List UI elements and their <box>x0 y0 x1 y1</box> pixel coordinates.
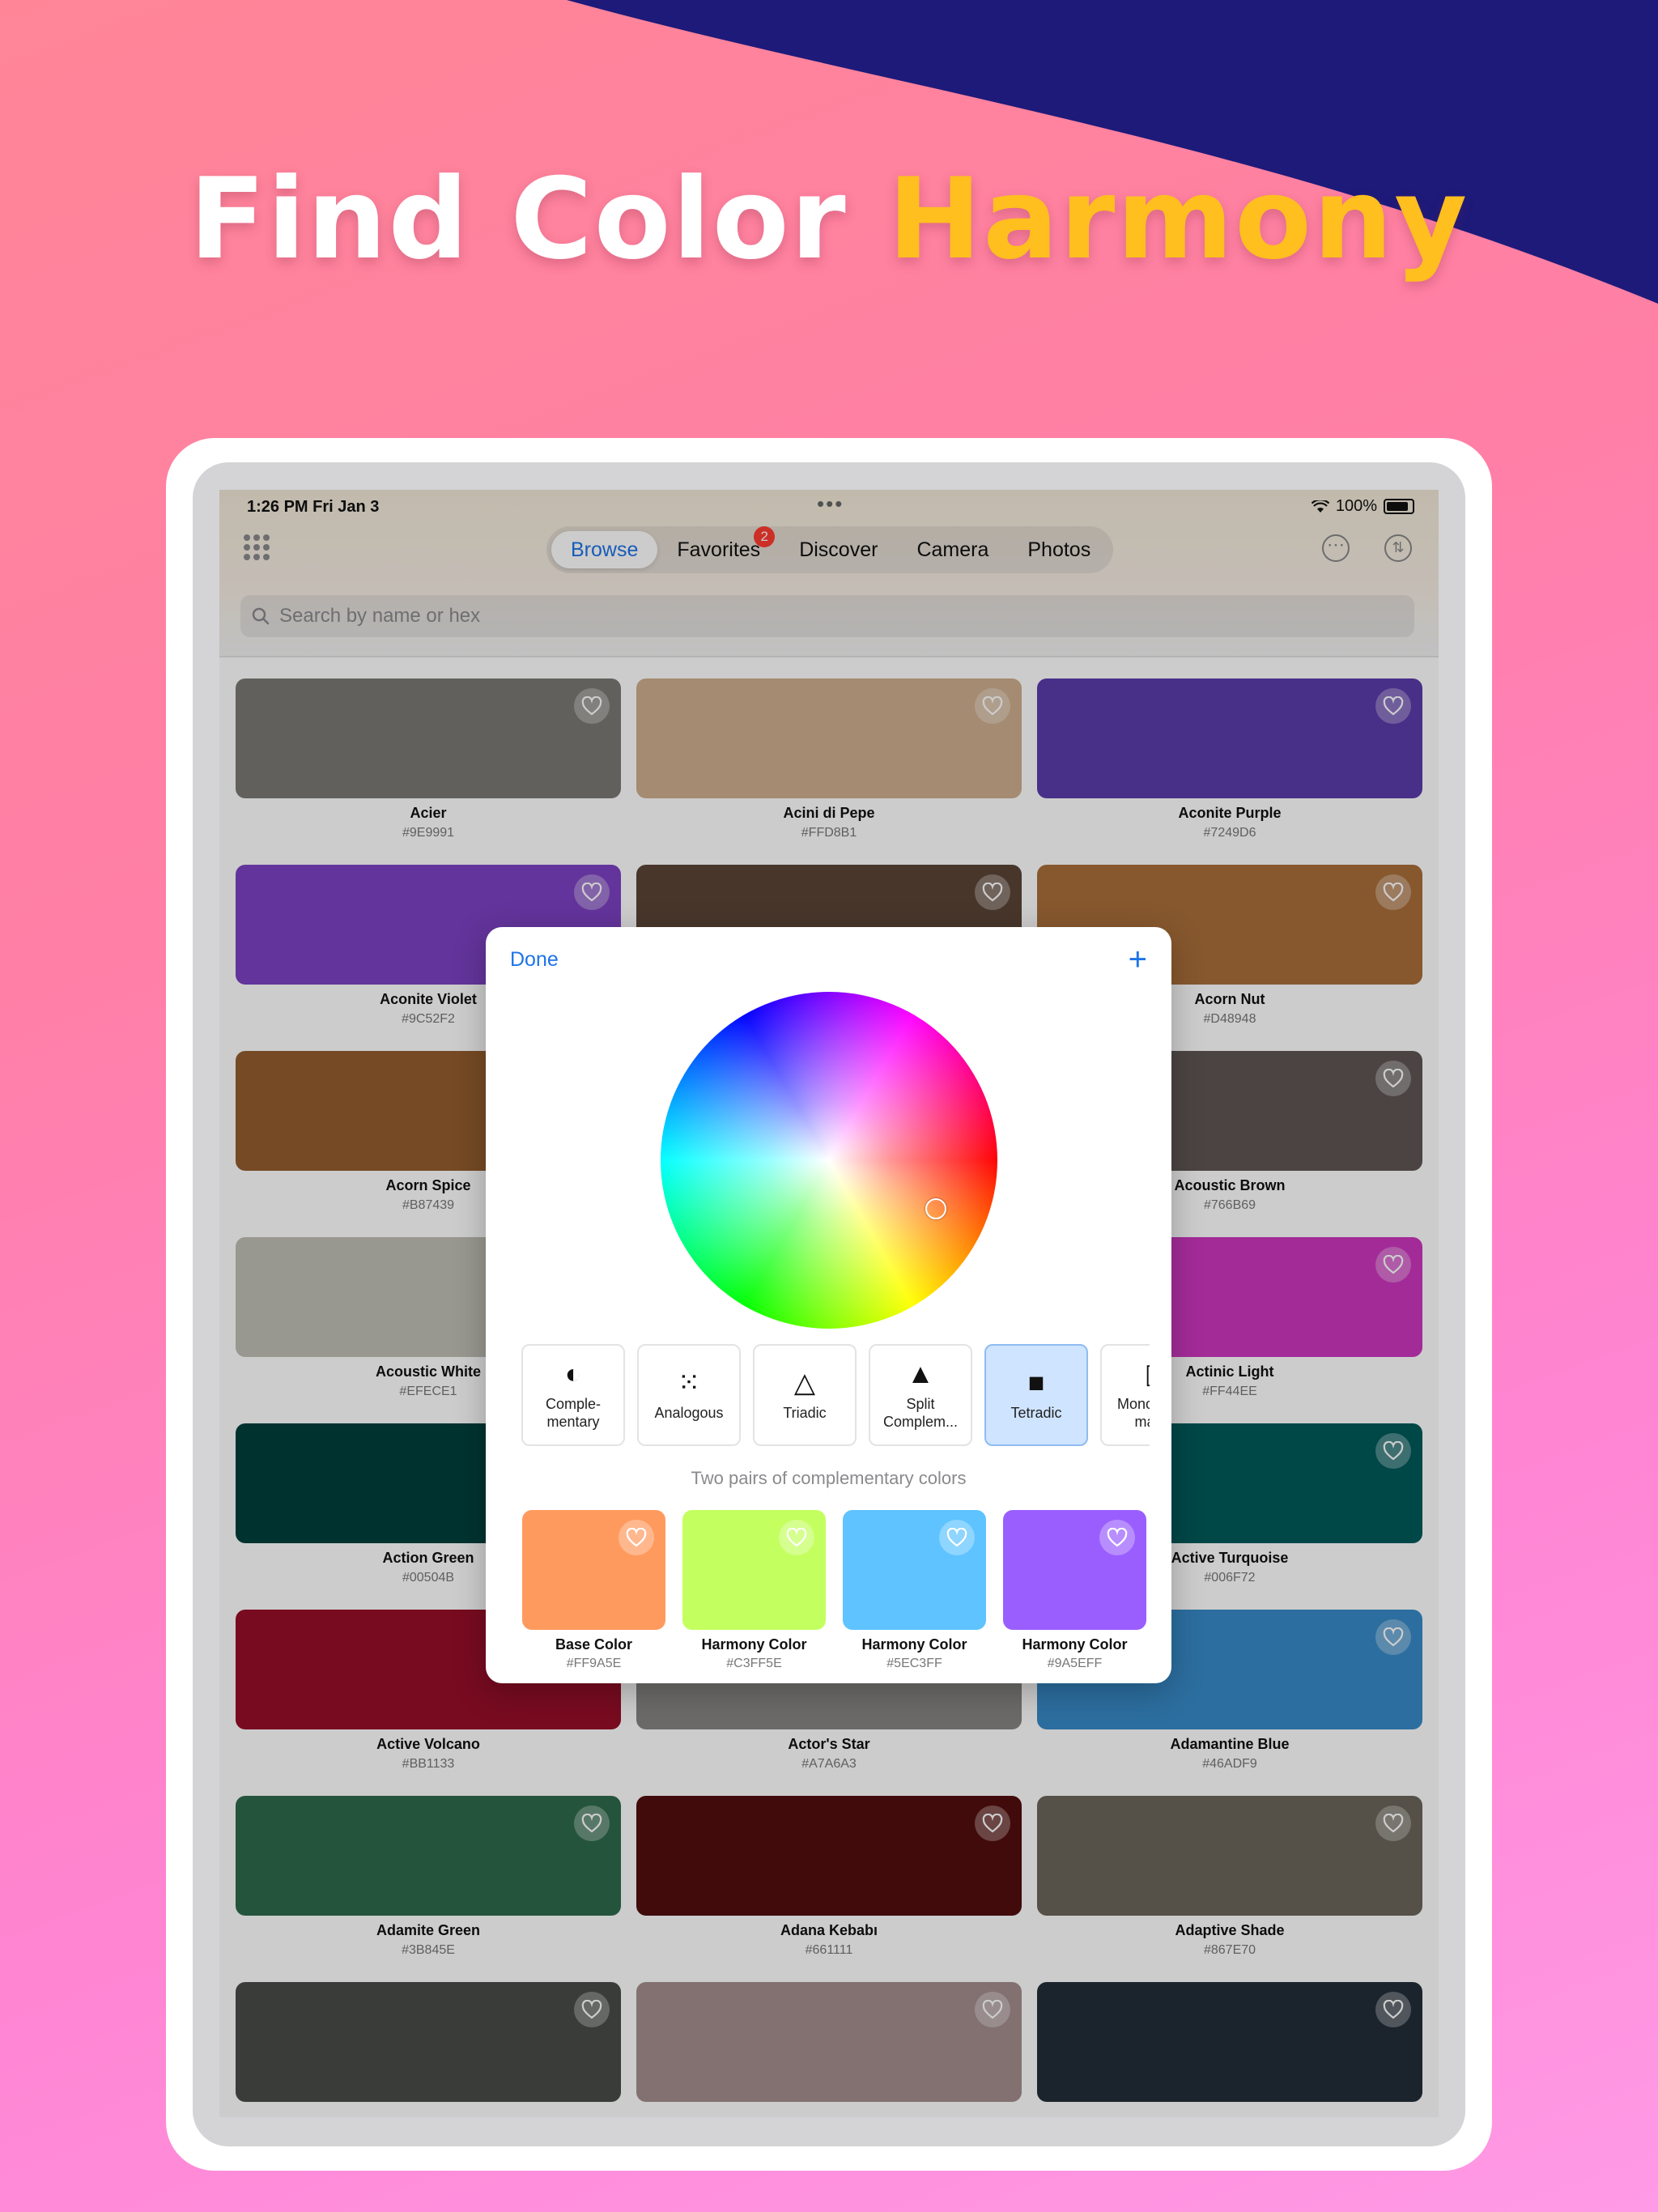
headline-part1: Find Color <box>189 154 888 284</box>
harmony-name: Harmony Color <box>701 1636 807 1653</box>
mode-icon: ▯ <box>1145 1359 1150 1390</box>
heart-icon[interactable] <box>1099 1520 1135 1555</box>
mode-tetradic[interactable]: ■ Tetradic <box>984 1344 1088 1446</box>
headline: Find Color Harmony <box>0 154 1658 284</box>
harmony-sheet: Done + ◐ Comple- mentary ⁙ Analogous △ Triadi… <box>486 927 1171 1683</box>
heart-icon[interactable] <box>779 1520 814 1555</box>
mode-icon: ▲ <box>907 1359 934 1389</box>
harmony-color-fill[interactable] <box>682 1510 826 1630</box>
mode-icon: ◐ <box>564 1359 582 1389</box>
mode-comple-mentary[interactable]: ◐ Comple- mentary <box>521 1344 625 1446</box>
harmony-color-fill[interactable] <box>522 1510 665 1630</box>
mode-description: Two pairs of complementary colors <box>691 1468 967 1488</box>
harmony-swatch[interactable]: Harmony Color #C3FF5E <box>682 1510 826 1671</box>
harmony-hex: #5EC3FF <box>886 1657 942 1670</box>
add-button[interactable]: + <box>1129 942 1147 978</box>
mode-label: Split Complem... <box>882 1396 959 1430</box>
mode-label: Monochro- matic <box>1116 1396 1150 1430</box>
color-wheel[interactable] <box>661 992 997 1329</box>
mode-split-complem[interactable]: ▲ Split Complem... <box>869 1344 972 1446</box>
mode-triadic[interactable]: △ Triadic <box>753 1344 857 1446</box>
mode-monochro-matic[interactable]: ▯ Monochro- matic <box>1100 1344 1150 1446</box>
harmony-name: Harmony Color <box>861 1636 967 1653</box>
harmony-name: Harmony Color <box>1022 1636 1128 1653</box>
harmony-swatch[interactable]: Base Color #FF9A5E <box>522 1510 665 1671</box>
mode-label: Tetradic <box>1010 1405 1062 1421</box>
mode-label: Analogous <box>654 1405 724 1421</box>
mode-analogous[interactable]: ⁙ Analogous <box>637 1344 741 1446</box>
mode-icon: △ <box>793 1368 816 1398</box>
harmony-hex: #C3FF5E <box>726 1657 782 1670</box>
headline-accent: Harmony <box>887 154 1469 284</box>
wheel-selector-knob[interactable] <box>925 1198 946 1219</box>
harmony-name: Base Color <box>555 1636 633 1653</box>
mode-icon: ⁙ <box>677 1368 701 1398</box>
done-button[interactable]: Done <box>510 948 559 972</box>
harmony-mode-list: ◐ Comple- mentary ⁙ Analogous △ Triadic ▲ Split… <box>521 1344 1150 1449</box>
harmony-color-fill[interactable] <box>843 1510 986 1630</box>
heart-icon[interactable] <box>939 1520 975 1555</box>
mode-label: Triadic <box>783 1405 827 1421</box>
heart-icon[interactable] <box>619 1520 654 1555</box>
harmony-swatch[interactable]: Harmony Color #9A5EFF <box>1003 1510 1146 1671</box>
harmony-color-fill[interactable] <box>1003 1510 1146 1630</box>
harmony-hex: #FF9A5E <box>566 1657 622 1670</box>
mode-icon: ■ <box>1027 1368 1045 1398</box>
harmony-swatch[interactable]: Harmony Color #5EC3FF <box>843 1510 986 1671</box>
mode-label: Comple- mentary <box>545 1396 602 1430</box>
harmony-hex: #9A5EFF <box>1047 1657 1103 1670</box>
